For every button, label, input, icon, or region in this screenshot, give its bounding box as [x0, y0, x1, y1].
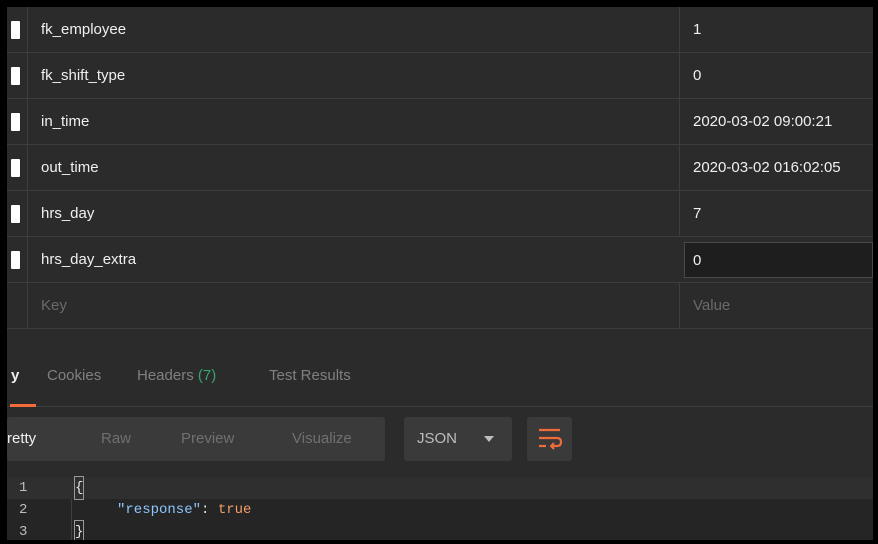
code-text: }: [73, 520, 85, 540]
preview-button[interactable]: Preview: [181, 417, 234, 461]
line-number: 3: [19, 524, 28, 540]
tab-test-results[interactable]: Test Results: [269, 345, 351, 407]
active-tab-indicator: [10, 404, 36, 407]
view-mode-group: retty Raw Preview Visualize: [7, 417, 385, 461]
param-row: hrs_day_extra 0: [7, 237, 873, 283]
tab-cookies[interactable]: Cookies: [47, 345, 101, 407]
row-enabled-checkbox[interactable]: [11, 66, 20, 85]
param-row: in_time 2020-03-02 09:00:21: [7, 99, 873, 145]
param-row: out_time 2020-03-02 016:02:05: [7, 145, 873, 191]
new-value-input[interactable]: Value: [679, 283, 873, 329]
json-key: "response": [117, 502, 202, 518]
tab-headers[interactable]: Headers (7): [137, 345, 216, 407]
param-value: 2020-03-02 09:00:21: [693, 113, 833, 130]
param-row-new: Key Value: [7, 283, 873, 329]
param-value-cell[interactable]: 2020-03-02 09:00:21: [679, 99, 873, 145]
param-value: 1: [693, 21, 702, 38]
response-body-editor[interactable]: 1 { 2 "response": true 3 }: [7, 476, 873, 540]
param-key: fk_shift_type: [41, 67, 126, 84]
raw-button[interactable]: Raw: [101, 417, 131, 461]
row-enabled-checkbox[interactable]: [11, 204, 20, 223]
pretty-button[interactable]: retty: [7, 417, 36, 461]
param-key: out_time: [41, 159, 99, 176]
row-enabled-checkbox[interactable]: [11, 112, 20, 131]
param-key: fk_employee: [41, 21, 127, 38]
param-key-cell[interactable]: hrs_day: [27, 191, 679, 237]
json-colon: :: [201, 502, 218, 518]
headers-count-badge: (7): [197, 367, 217, 384]
code-text: "response": true: [117, 499, 251, 521]
new-key-input[interactable]: Key: [27, 283, 679, 329]
response-tabs: y Cookies Headers (7) Test Results: [7, 345, 873, 407]
param-value-cell[interactable]: 0: [679, 53, 873, 99]
param-value-input[interactable]: 0: [684, 242, 873, 278]
wrap-lines-button[interactable]: [527, 417, 572, 461]
param-value-cell[interactable]: 1: [679, 7, 873, 53]
param-key: hrs_day: [41, 205, 95, 222]
wrap-lines-icon: [539, 428, 563, 450]
param-key-cell[interactable]: fk_shift_type: [27, 53, 679, 99]
row-enabled-checkbox[interactable]: [11, 158, 20, 177]
code-line: 3 }: [7, 520, 873, 540]
code-line: 2 "response": true: [7, 499, 873, 521]
param-value: 0: [693, 67, 702, 84]
visualize-button[interactable]: Visualize: [292, 417, 352, 461]
param-row: fk_employee 1: [7, 7, 873, 53]
param-key-cell[interactable]: in_time: [27, 99, 679, 145]
postman-panel: fk_employee 1 fk_shift_type 0 in_time 20…: [7, 7, 873, 540]
param-key: in_time: [41, 113, 90, 130]
format-select[interactable]: JSON: [404, 417, 512, 461]
param-key-cell[interactable]: out_time: [27, 145, 679, 191]
param-key: hrs_day_extra: [41, 251, 137, 268]
row-enabled-checkbox[interactable]: [11, 20, 20, 39]
response-toolbar: retty Raw Preview Visualize JSON: [7, 417, 873, 467]
line-number: 1: [19, 480, 28, 496]
param-value: 7: [693, 205, 702, 222]
param-value-cell[interactable]: 2020-03-02 016:02:05: [679, 145, 873, 191]
chevron-down-icon: [484, 436, 494, 442]
key-placeholder: Key: [41, 297, 67, 314]
param-row: hrs_day 7: [7, 191, 873, 237]
value-placeholder: Value: [693, 297, 731, 314]
code-line: 1 {: [7, 476, 873, 500]
format-selected: JSON: [417, 430, 458, 447]
tab-body[interactable]: y: [11, 345, 19, 407]
param-value-cell[interactable]: 7: [679, 191, 873, 237]
param-value: 2020-03-02 016:02:05: [693, 159, 841, 176]
param-key-cell[interactable]: hrs_day_extra: [27, 237, 679, 283]
param-value: 0: [693, 252, 702, 269]
line-number: 2: [19, 502, 28, 518]
tab-headers-label: Headers: [137, 367, 194, 384]
param-key-cell[interactable]: fk_employee: [27, 7, 679, 53]
param-row: fk_shift_type 0: [7, 53, 873, 99]
code-text: {: [73, 476, 85, 500]
row-enabled-checkbox[interactable]: [11, 250, 20, 269]
json-value: true: [217, 502, 252, 518]
